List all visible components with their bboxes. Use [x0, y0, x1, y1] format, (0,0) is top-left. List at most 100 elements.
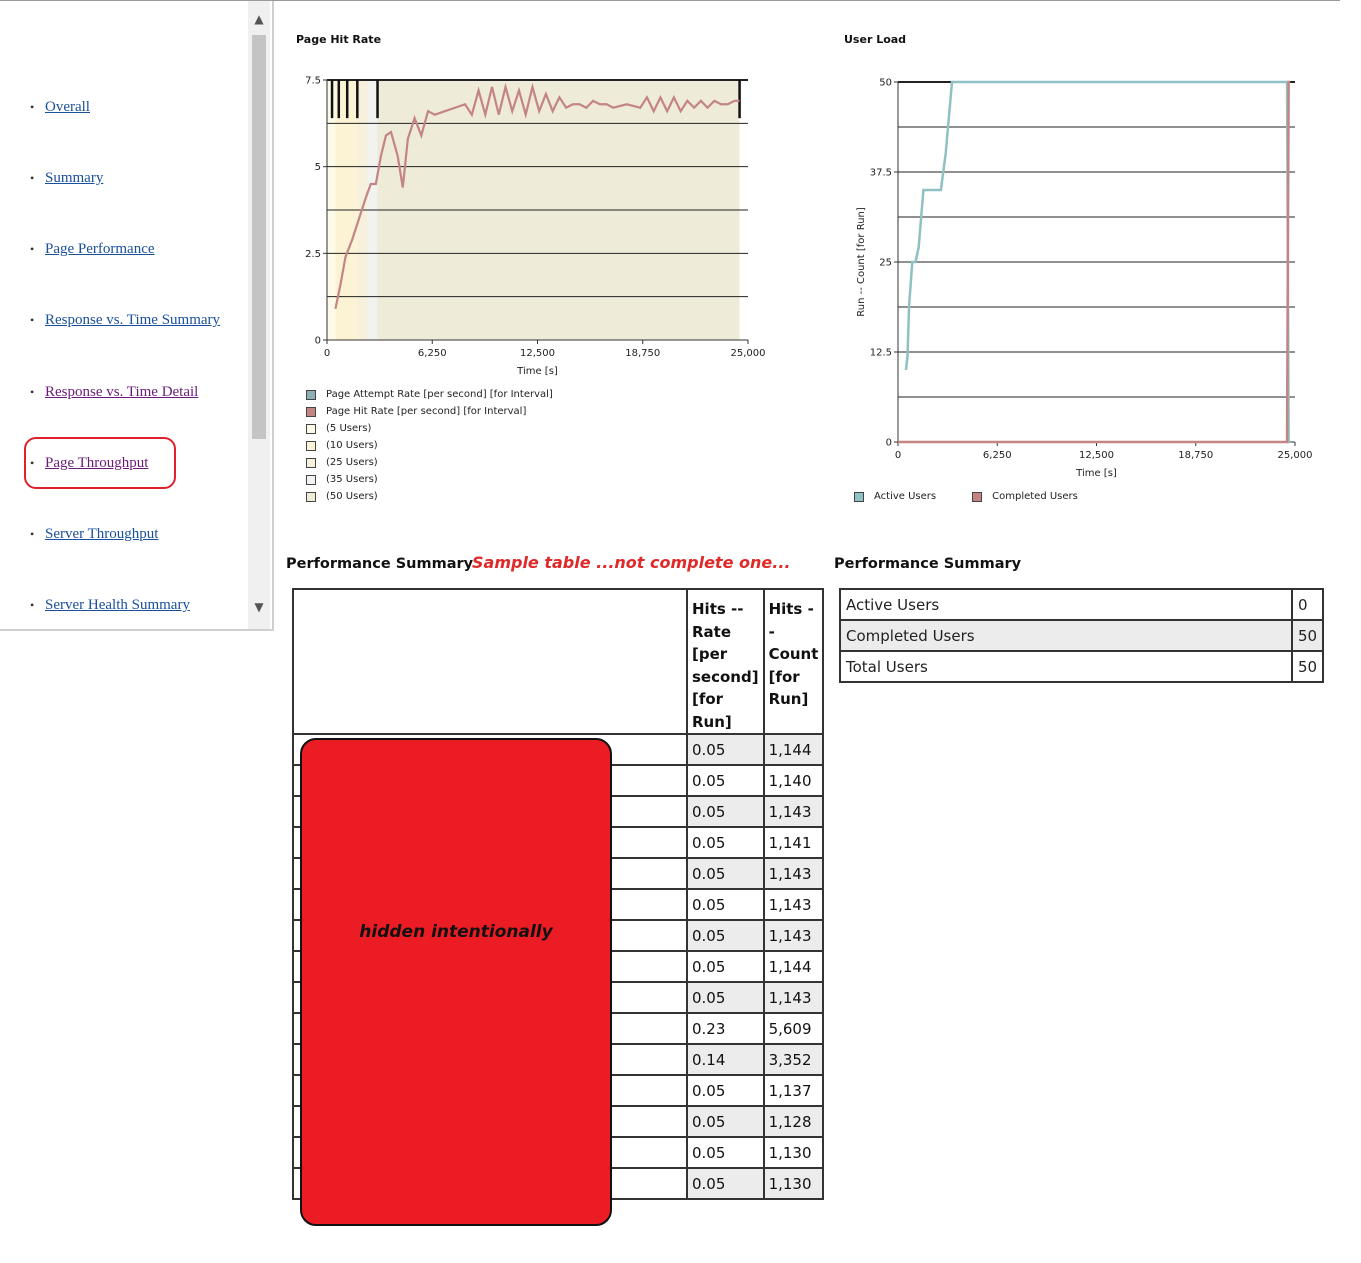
legend-item: Completed Users	[972, 488, 1078, 505]
sidebar-item[interactable]: • Response vs. Time Summary	[30, 312, 220, 329]
hits-count-cell: 1,143	[762, 795, 825, 828]
sidebar-item[interactable]: • Page Performance	[30, 241, 155, 258]
bullet-icon: •	[30, 100, 35, 114]
y-tick-label: 25	[879, 258, 892, 269]
user-load-chart: 0 12.5 25 37.5 50 0 6,250 12,500 18,750 25,000 Tim…	[856, 78, 1313, 480]
hits-count-cell: 1,143	[762, 888, 825, 921]
user-summary-table: Active Users 0 Completed Users 50 Total User…	[839, 588, 1325, 683]
hits-count-cell: 1,143	[762, 919, 825, 952]
summary-label: Active Users	[839, 588, 1293, 621]
sidebar-item[interactable]: • Server Throughput	[30, 526, 158, 543]
legend-label: Page Attempt Rate [per second] [for Inte…	[326, 389, 553, 400]
page-hit-rate-legend: Page Attempt Rate [per second] [for Inte…	[306, 386, 553, 505]
column-header-page	[292, 588, 688, 735]
hits-rate-cell: 0.05	[686, 1167, 765, 1200]
y-tick-label: 5	[315, 162, 321, 173]
hits-rate-cell: 0.05	[686, 981, 765, 1014]
x-tick-label: 25,000	[1278, 450, 1313, 461]
legend-swatch	[972, 491, 983, 502]
summary-row: Active Users 0	[839, 588, 1325, 621]
legend-item: (5 Users)	[306, 420, 553, 437]
hits-count-cell: 1,137	[762, 1074, 825, 1107]
chart-title-user-load: User Load	[844, 33, 907, 46]
scroll-thumb[interactable]	[252, 35, 266, 439]
scroll-up-icon[interactable]: ▲	[248, 9, 270, 29]
hits-rate-cell: 0.05	[686, 1136, 765, 1169]
x-tick-label: 6,250	[418, 348, 447, 359]
x-tick-label: 25,000	[731, 348, 766, 359]
hits-rate-cell: 0.05	[686, 764, 765, 797]
legend-label: (25 Users)	[326, 457, 378, 468]
sample-table-note: Sample table ...not complete one...	[472, 553, 791, 572]
y-tick-label: 12.5	[870, 348, 892, 359]
legend-item: (25 Users)	[306, 454, 553, 471]
summary-value: 50	[1290, 650, 1325, 683]
user-load-legend: Active Users Completed Users	[854, 488, 1114, 505]
hits-count-cell: 1,140	[762, 764, 825, 797]
sidebar-link[interactable]: Summary	[45, 170, 103, 186]
x-tick-label: 12,500	[520, 348, 555, 359]
legend-item: (50 Users)	[306, 488, 553, 505]
legend-swatch	[306, 389, 316, 400]
sidebar-link[interactable]: Response vs. Time Summary	[45, 312, 220, 328]
y-axis-label: Run -- Count [for Run]	[856, 207, 867, 317]
bullet-icon: •	[30, 527, 35, 541]
hits-rate-cell: 0.23	[686, 1012, 765, 1045]
hits-count-cell: 1,128	[762, 1105, 825, 1138]
sidebar-scrollbar[interactable]: ▲ ▼	[248, 1, 270, 629]
legend-item: (35 Users)	[306, 471, 553, 488]
bullet-icon: •	[30, 313, 35, 327]
legend-swatch	[306, 440, 316, 451]
x-tick-label: 0	[895, 450, 901, 461]
hits-rate-cell: 0.14	[686, 1043, 765, 1076]
column-header-hits-rate: Hits -- Rate [per second] [for Run]	[686, 588, 765, 735]
sidebar-link[interactable]: Server Throughput	[45, 526, 158, 542]
y-tick-label: 2.5	[305, 249, 321, 260]
summary-value: 50	[1290, 619, 1325, 652]
bullet-icon: •	[30, 598, 35, 612]
sidebar-item[interactable]: • Server Health Summary	[30, 597, 190, 614]
hits-count-cell: 3,352	[762, 1043, 825, 1076]
sidebar-item[interactable]: • Response vs. Time Detail	[30, 384, 198, 401]
hits-rate-cell: 0.05	[686, 919, 765, 952]
hits-count-cell: 1,144	[762, 950, 825, 983]
summary-row: Completed Users 50	[839, 619, 1325, 652]
legend-swatch	[306, 474, 316, 485]
bullet-icon: •	[30, 385, 35, 399]
redacted-label: hidden intentionally	[359, 922, 553, 942]
sidebar-item[interactable]: • Overall	[30, 99, 90, 116]
summary-label: Total Users	[839, 650, 1293, 683]
sidebar-item[interactable]: • Summary	[30, 170, 103, 187]
hits-count-cell: 1,143	[762, 981, 825, 1014]
performance-summary-right-title: Performance Summary	[834, 556, 1022, 572]
sidebar-link[interactable]: Server Health Summary	[45, 597, 190, 613]
sidebar-link[interactable]: Page Performance	[45, 241, 155, 257]
x-tick-label: 18,750	[625, 348, 660, 359]
hits-count-cell: 1,143	[762, 857, 825, 890]
scroll-down-icon[interactable]: ▼	[248, 597, 270, 617]
hits-rate-cell: 0.05	[686, 826, 765, 859]
x-tick-label: 18,750	[1178, 450, 1213, 461]
hits-count-cell: 1,130	[762, 1167, 825, 1200]
hits-count-cell: 5,609	[762, 1012, 825, 1045]
legend-swatch	[306, 423, 316, 434]
hits-rate-cell: 0.05	[686, 950, 765, 983]
chart-title-page-hit-rate: Page Hit Rate	[296, 33, 382, 46]
redacted-block: hidden intentionally	[300, 738, 612, 1226]
legend-item: Page Hit Rate [per second] [for Interval…	[306, 403, 553, 420]
column-header-hits-count: Hits -- Count [for Run]	[762, 588, 825, 735]
legend-item: Page Attempt Rate [per second] [for Inte…	[306, 386, 553, 403]
hits-rate-cell: 0.05	[686, 795, 765, 828]
hits-count-cell: 1,144	[762, 733, 825, 766]
sidebar-link[interactable]: Response vs. Time Detail	[45, 384, 198, 400]
legend-swatch	[854, 491, 864, 502]
sidebar-link[interactable]: Overall	[45, 99, 90, 115]
y-tick-label: 50	[879, 78, 892, 89]
legend-label: Active Users	[874, 491, 937, 502]
legend-label: (10 Users)	[326, 440, 378, 451]
legend-label: (50 Users)	[326, 491, 378, 502]
summary-row: Total Users 50	[839, 650, 1325, 683]
hits-count-cell: 1,141	[762, 826, 825, 859]
legend-swatch	[306, 406, 316, 417]
legend-label: Page Hit Rate [per second] [for Interval…	[326, 406, 527, 417]
